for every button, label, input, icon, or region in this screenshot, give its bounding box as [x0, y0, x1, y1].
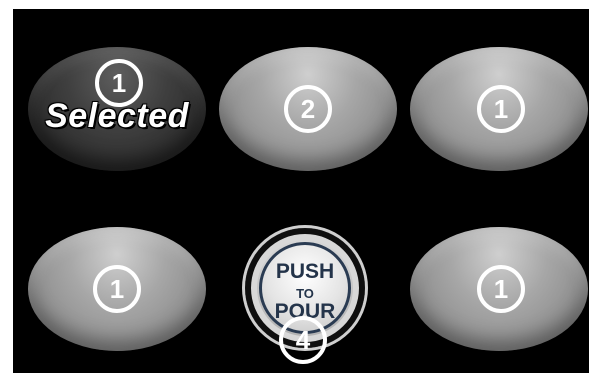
quantity-value: 1 [493, 273, 509, 304]
selected-label: Selected [45, 97, 189, 135]
pour-label-line2: TO [296, 286, 314, 301]
pour-quantity-value: 4 [295, 324, 311, 355]
quantity-value: 1 [111, 67, 127, 98]
quantity-value: 1 [109, 273, 125, 304]
quantity-value: 1 [493, 93, 509, 124]
pour-quantity-badge: 4 [279, 316, 327, 364]
drink-tile-3[interactable]: 1 [410, 47, 588, 171]
drink-tile-1-selected[interactable]: 1 Selected [28, 47, 206, 171]
push-to-pour-button[interactable]: PUSH TO POUR 4 [245, 228, 365, 364]
drink-tile-2[interactable]: 2 [219, 47, 397, 171]
pour-label-line1: PUSH [275, 260, 335, 283]
quantity-badge: 1 [477, 85, 525, 133]
drink-tile-4[interactable]: 1 [28, 227, 206, 351]
quantity-badge: 1 [93, 265, 141, 313]
dispenser-screen: 1 Selected 2 1 1 PUSH TO POUR 4 1 [13, 9, 589, 373]
drink-tile-6[interactable]: 1 [410, 227, 588, 351]
quantity-badge: 2 [284, 85, 332, 133]
quantity-badge: 1 [477, 265, 525, 313]
quantity-value: 2 [300, 93, 316, 124]
